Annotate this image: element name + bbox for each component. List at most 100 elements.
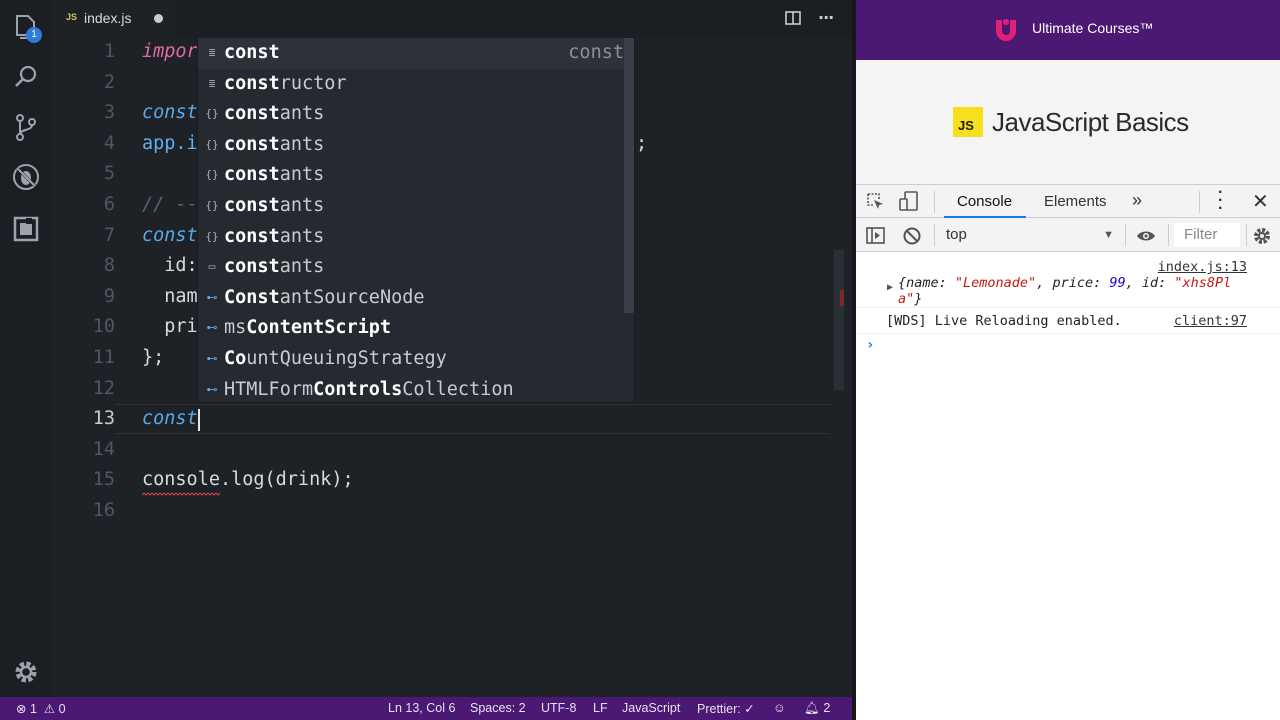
line-number: 16 <box>92 500 115 521</box>
suggestion-match: Co <box>224 348 247 369</box>
notifications-bell[interactable]: 🔔︎ 2 <box>804 701 830 716</box>
toolbar-separator <box>934 224 935 246</box>
search-icon[interactable] <box>11 62 41 92</box>
problems-indicator[interactable]: ⊗ 1 ⚠ 0 <box>16 701 66 716</box>
suggestion-item[interactable]: ≣ const const <box>198 38 634 69</box>
suggestion-item[interactable]: ⊷ HTMLFormControlsCollection <box>198 375 634 406</box>
suggestion-text: antSourceNode <box>279 286 425 308</box>
suggestion-text: ants <box>279 195 325 216</box>
tab-elements[interactable]: Elements <box>1044 193 1107 210</box>
error-count: 1 <box>29 702 37 716</box>
console-filter-input[interactable]: Filter <box>1174 223 1240 247</box>
toolbar-separator <box>934 191 935 213</box>
suggestion-match: Controls <box>313 378 403 400</box>
line-number: 3 <box>103 102 115 124</box>
end-of-line[interactable]: LF <box>593 701 608 715</box>
js-context-select[interactable]: top ▼ <box>946 226 1114 243</box>
indentation[interactable]: Spaces: 2 <box>470 701 526 715</box>
tab-console[interactable]: Console <box>957 193 1012 210</box>
vscode-window: 1 JS index.js ··· 1 impor 2 3 const 4 app.i; 5 6… <box>0 0 852 720</box>
feedback-smiley-icon[interactable]: ☺ <box>773 701 786 715</box>
source-link[interactable]: client:97 <box>1174 313 1247 329</box>
line-code: app.i <box>142 129 198 160</box>
suggestion-text: Collection <box>402 378 514 400</box>
devtools-tab-bar: Console Elements » · · · ✕ <box>856 184 1280 218</box>
suggestion-label: constants <box>224 191 324 222</box>
line-number: 8 <box>103 255 115 277</box>
suggestion-label: constants <box>224 130 324 161</box>
show-sidebar-icon[interactable] <box>866 226 886 246</box>
prettier-status[interactable]: Prettier: ✓ <box>697 701 755 716</box>
code-line[interactable]: 16 <box>52 496 852 527</box>
unsaved-dot-icon[interactable] <box>154 14 163 23</box>
suggestion-item[interactable]: {} constants <box>198 99 634 130</box>
line-code: // -- <box>142 190 198 221</box>
ultimate-courses-logo <box>996 19 1016 41</box>
tab-index-js[interactable]: JS index.js <box>52 0 176 37</box>
cursor-position[interactable]: Ln 13, Col 6 <box>388 701 455 715</box>
js-logo: JS <box>953 107 983 137</box>
suggestion-item[interactable]: ⊷ ConstantSourceNode <box>198 283 634 314</box>
editor-scroll-thumb[interactable] <box>834 250 844 390</box>
suggestion-text: ants <box>279 256 325 278</box>
activity-bar: 1 <box>0 0 52 697</box>
line-number: 10 <box>92 316 115 338</box>
variable-kind-icon: ⊷ <box>206 290 218 304</box>
source-link[interactable]: index.js:13 <box>1158 259 1247 275</box>
autocomplete-widget[interactable]: ≣ const const ≣ constructor{} constants{} cons… <box>197 37 635 403</box>
warning-count: 0 <box>58 702 66 716</box>
keyword-kind-icon: ≣ <box>208 46 216 59</box>
live-expression-eye-icon[interactable] <box>1136 226 1156 246</box>
context-value: top <box>946 226 967 243</box>
suggestion-item[interactable]: {} constants <box>198 160 634 191</box>
clear-console-icon[interactable] <box>902 226 922 246</box>
module-kind-icon: {} <box>205 137 219 151</box>
code-line[interactable]: 13 const <box>52 404 852 435</box>
suggestion-text: ants <box>279 133 325 155</box>
device-toolbar-icon[interactable] <box>899 191 919 211</box>
suggestion-item[interactable]: {} constants <box>198 222 634 253</box>
more-actions-icon[interactable]: ··· <box>818 8 834 27</box>
language-mode[interactable]: JavaScript <box>622 701 680 715</box>
suggestion-item[interactable]: ▭ constants <box>198 252 634 283</box>
code-line[interactable]: 14 <box>52 435 852 466</box>
keyword-kind-icon: ≣ <box>208 76 216 90</box>
source-control-icon[interactable] <box>11 112 41 142</box>
more-tabs-chevron-icon[interactable]: » <box>1132 190 1142 211</box>
settings-gear-icon[interactable] <box>11 657 41 687</box>
logged-object[interactable]: {name: "Lemonade", price: 99, id: "xhs8P… <box>898 275 1231 307</box>
course-title: JavaScript Basics <box>992 107 1189 137</box>
line-code: impor <box>142 37 198 68</box>
debug-icon[interactable] <box>11 162 41 192</box>
line-code: }; <box>142 343 164 374</box>
line-number: 13 <box>92 408 115 430</box>
extensions-icon[interactable] <box>11 214 41 244</box>
split-editor-icon[interactable] <box>785 10 801 26</box>
suggestion-scrollbar[interactable] <box>624 38 634 313</box>
line-code: id: <box>142 251 197 282</box>
suggestion-item[interactable]: {} constants <box>198 191 634 222</box>
console-settings-gear-icon[interactable] <box>1252 226 1272 246</box>
code-token: }; <box>142 347 165 368</box>
variable-kind-icon: ⊷ <box>206 382 218 396</box>
suggestion-item[interactable]: ⊷ msContentScript <box>198 313 634 344</box>
line-number: 7 <box>103 224 115 246</box>
expand-triangle-icon[interactable]: ▶ <box>887 282 893 293</box>
line-number: 2 <box>103 71 115 93</box>
line-number: 4 <box>103 132 115 154</box>
suggestion-item[interactable]: {} constants <box>198 130 634 161</box>
encoding[interactable]: UTF-8 <box>541 701 576 715</box>
suggestion-item[interactable]: ⊷ CountQueuingStrategy <box>198 344 634 375</box>
text-cursor <box>198 409 200 431</box>
close-devtools-icon[interactable]: ✕ <box>1252 189 1269 214</box>
devtools-menu-icon[interactable]: · · · <box>1218 185 1223 217</box>
code-token: const <box>142 408 198 430</box>
suggestion-item[interactable]: ≣ constructor <box>198 69 634 100</box>
error-squiggle <box>142 492 220 496</box>
line-code: nam <box>142 282 197 313</box>
console-prompt-icon[interactable]: › <box>866 337 874 353</box>
suggestion-text: ants <box>279 225 325 247</box>
code-token: impor <box>142 41 198 62</box>
inspect-element-icon[interactable] <box>866 192 886 212</box>
notification-count: 2 <box>823 701 831 715</box>
